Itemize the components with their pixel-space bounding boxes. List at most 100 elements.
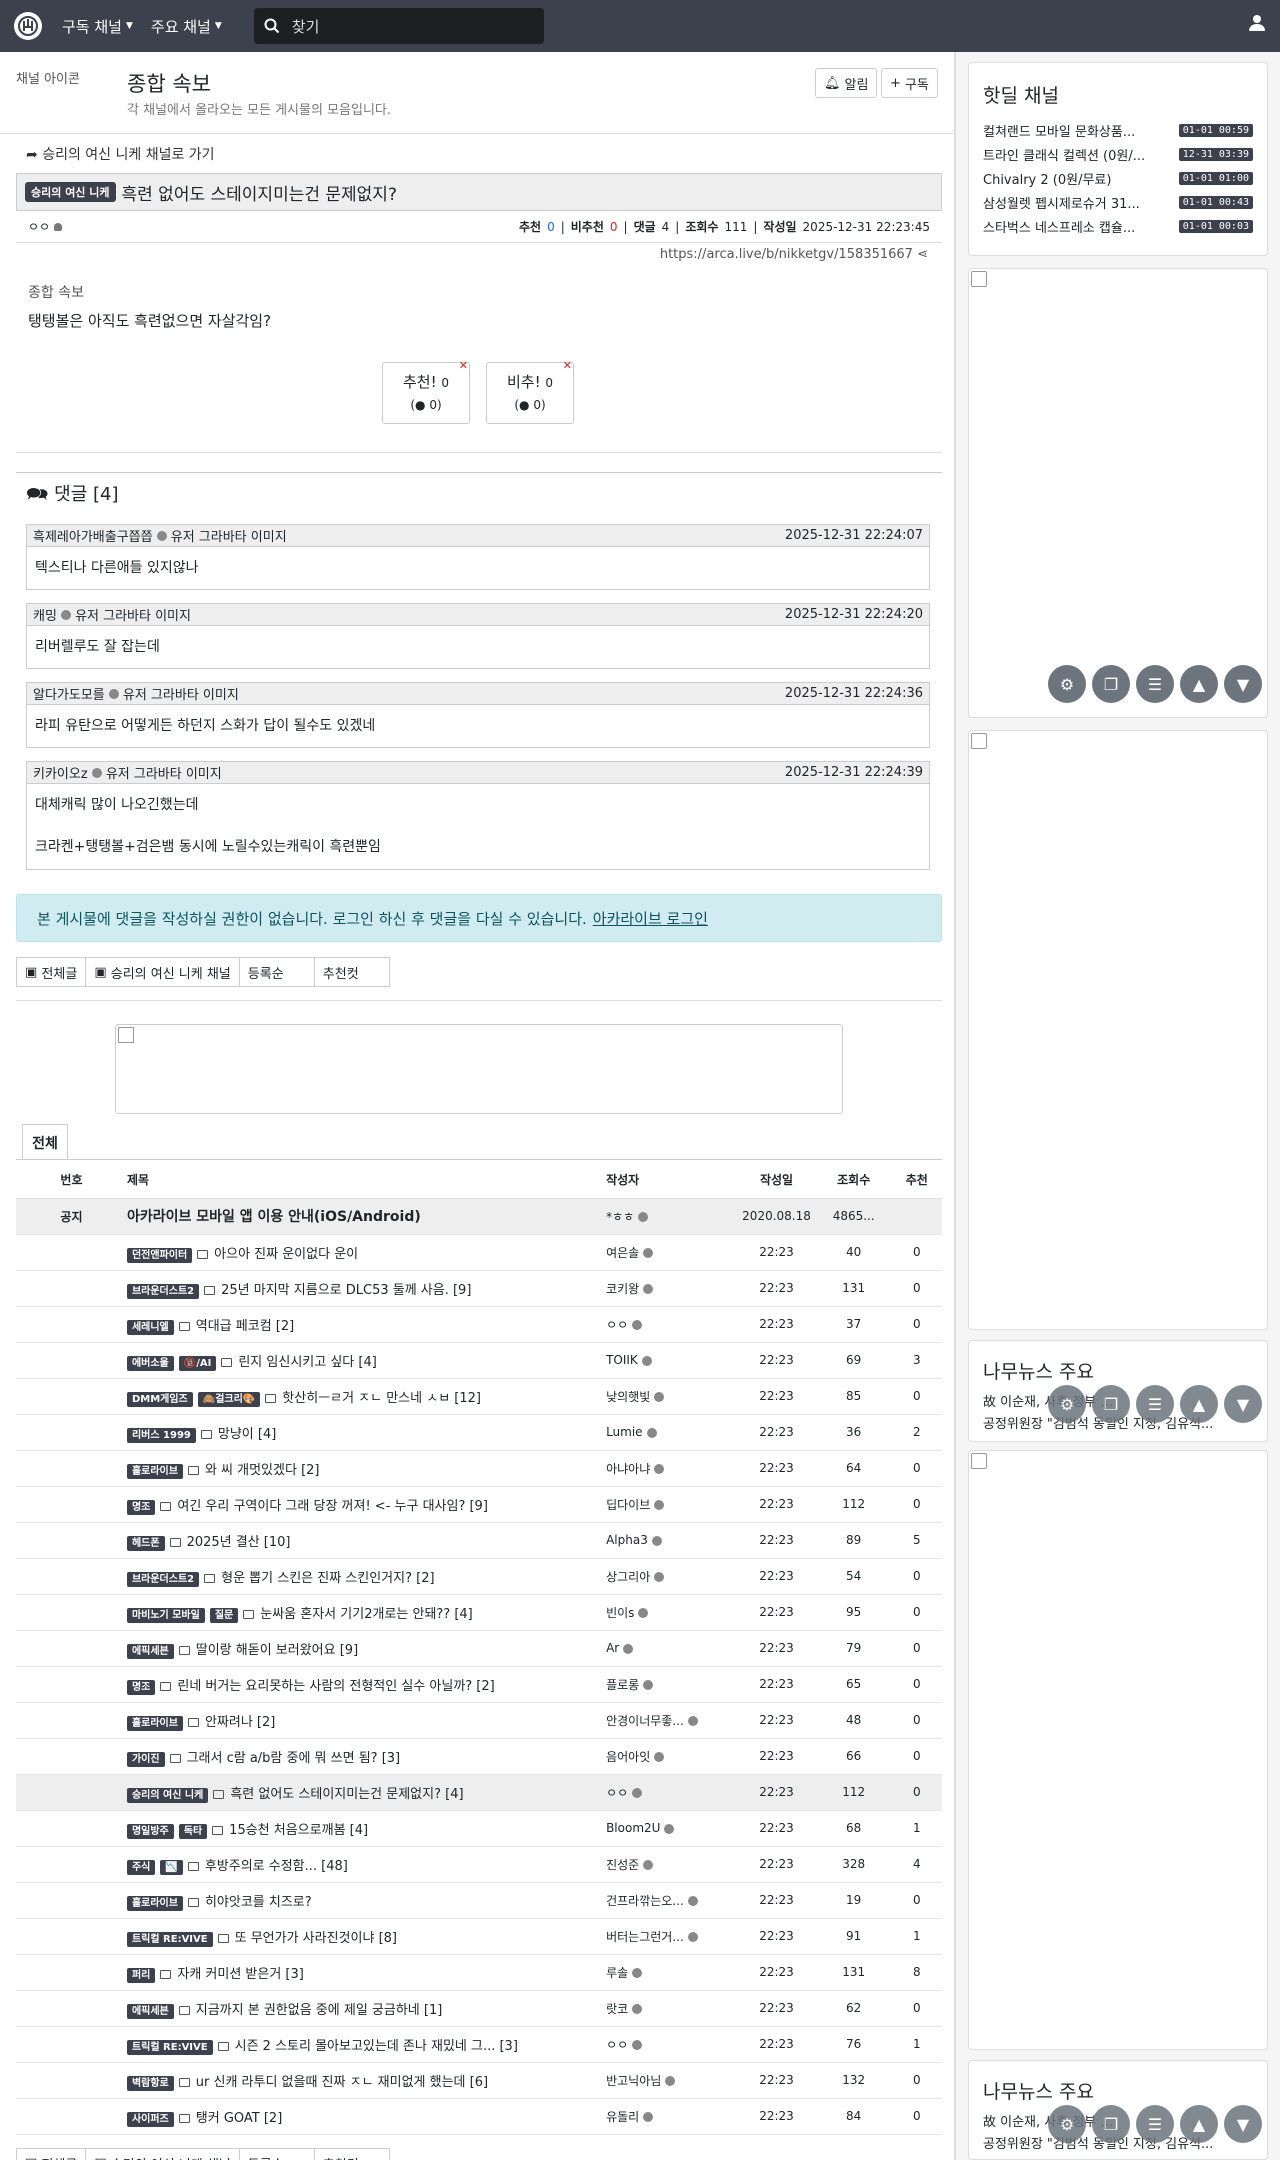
table-row[interactable]: 마비노기 모바일 질문 눈싸움 혼자서 기기2개로는 안돼?? [4] 빈이s 22:2… xyxy=(16,1594,942,1631)
row-channel-badge[interactable]: 승리의 여신 니케 xyxy=(126,1787,209,1803)
row-title[interactable]: ur 신캐 라투디 없을때 진짜 ㅈㄴ 재미없게 했는데 [6] xyxy=(196,2075,488,2090)
list-button[interactable]: ☰ xyxy=(1136,2105,1174,2143)
table-row[interactable]: 에픽세븐 딸이랑 해돋이 보러왔어요 [9] Ar 22:23 79 0 xyxy=(16,1630,942,1667)
row-author[interactable]: 버터는그런거... xyxy=(606,1930,684,1944)
table-row[interactable]: 명조 여긴 우리 구역이다 그래 당장 꺼져! <- 누구 대사임? [9] 딥다이… xyxy=(16,1486,942,1523)
row-author[interactable]: Ar xyxy=(606,1641,619,1655)
article-url[interactable]: https://arca.live/b/nikketgv/158351667 ⋖ xyxy=(660,247,928,262)
row-author[interactable]: Alpha3 xyxy=(606,1533,648,1547)
vote-up-button[interactable]: ✕ 추천! 0 (● 0) xyxy=(382,359,470,424)
table-row[interactable]: 주식 📉 후방주의로 수정함... [48] 진성준 22:23 328 4 xyxy=(16,1846,942,1883)
hotdeal-item[interactable]: 삼성월렛 펩시제로슈거 31... 01-01 00:43 xyxy=(969,190,1267,214)
row-author[interactable]: 음어아잇 xyxy=(606,1750,650,1764)
filter-best[interactable]: 추천컷 xyxy=(313,957,390,987)
table-row[interactable]: 브라운더스트2 25년 마지막 지름으로 DLC53 둘께 사음. [9] 코키왕 2… xyxy=(16,1270,942,1307)
row-author[interactable]: 안경이너무좋... xyxy=(606,1714,684,1728)
table-row[interactable]: 벽람항로 ur 신캐 라투디 없을때 진짜 ㅈㄴ 재미없게 했는데 [6] 반고닉아… xyxy=(16,2062,942,2099)
table-row[interactable]: 브라운더스트2 형운 뽑기 스킨은 진짜 스킨인거지? [2] 상그리아 22:23 5… xyxy=(16,1558,942,1595)
filter-channel[interactable]: ▣ 승리의 여신 니케 채널 xyxy=(85,2148,240,2160)
row-author[interactable]: Lumie xyxy=(606,1425,643,1439)
table-row[interactable]: 에버소울 🔞/AI 린지 임신시키고 싶다 [4] TOIIK 22:23 69 3 xyxy=(16,1342,942,1379)
row-title[interactable]: 안짜려나 [2] xyxy=(205,1715,275,1730)
row-channel-badge[interactable]: 던전앤파이터 xyxy=(126,1247,193,1263)
scroll-up-button[interactable]: ▲ xyxy=(1180,2105,1218,2143)
settings-button[interactable]: ⚙ xyxy=(1048,665,1086,703)
site-logo-icon[interactable] xyxy=(14,12,42,40)
ad-image[interactable] xyxy=(968,268,1268,718)
row-author[interactable]: 반고닉아님 xyxy=(606,2074,661,2088)
ad-image[interactable] xyxy=(968,1450,1268,2050)
row-title[interactable]: 딸이랑 해돋이 보러왔어요 [9] xyxy=(196,1643,358,1658)
user-icon[interactable] xyxy=(1248,14,1266,32)
row-author[interactable]: 유돌리 xyxy=(606,2110,639,2124)
row-channel-badge[interactable]: 브라운더스트2 xyxy=(126,1571,200,1587)
row-title[interactable]: 핫산히ㅡㄹ거 ㅈㄴ 만스네 ㅅㅂ [12] xyxy=(282,1391,481,1406)
filter-all[interactable]: ▣ 전체글 xyxy=(16,2148,87,2160)
table-row[interactable]: 사이퍼즈 탱커 GOAT [2] 유돌리 22:23 84 0 xyxy=(16,2098,942,2135)
row-title[interactable]: 시즌 2 스토리 몰아보고있는데 존나 재밌네 그... [3] xyxy=(235,2039,518,2054)
row-title[interactable]: 형운 뽑기 스킨은 진짜 스킨인거지? [2] xyxy=(221,1571,434,1586)
row-channel-badge[interactable]: 홀로라이브 xyxy=(126,1715,183,1731)
filter-best[interactable]: 추천컷 xyxy=(313,2148,390,2160)
filter-order[interactable]: 등록순 xyxy=(238,2148,315,2160)
comment-author[interactable]: 흑제레아가배출구쯥쯥 xyxy=(33,526,153,545)
row-author[interactable]: 여은솔 xyxy=(606,1246,639,1260)
settings-button[interactable]: ⚙ xyxy=(1048,1385,1086,1423)
tab-all[interactable]: 전체 xyxy=(22,1124,68,1160)
table-row[interactable]: 승리의 여신 니케 흑련 없어도 스테이지미는건 문제없지? [4] ㅇㅇ 22:23… xyxy=(16,1774,942,1811)
list-button[interactable]: ☰ xyxy=(1136,1385,1174,1423)
table-row[interactable]: 홀로라이브 히야앗코를 치즈로? 건프라깎는오... 22:23 19 0 xyxy=(16,1882,942,1919)
row-channel-badge[interactable]: 헤드폰 xyxy=(126,1535,165,1551)
filter-all[interactable]: ▣ 전체글 xyxy=(16,957,87,987)
hotdeal-title[interactable]: Chivalry 2 (0원/무료) xyxy=(983,169,1173,188)
article-author[interactable]: ㅇㅇ xyxy=(28,218,50,235)
ad-image[interactable] xyxy=(968,730,1268,1330)
row-channel-badge[interactable]: 벽람항로 xyxy=(126,2075,174,2091)
row-author[interactable]: ㅇㅇ xyxy=(606,1318,628,1332)
row-author[interactable]: 딥다이브 xyxy=(606,1498,650,1512)
scroll-up-button[interactable]: ▲ xyxy=(1180,1385,1218,1423)
ad-banner[interactable] xyxy=(115,1024,843,1114)
table-row[interactable]: 명일방주 독타 15승천 처음으로깨봄 [4] Bloom2U 22:23 68 1 xyxy=(16,1810,942,1847)
comments-button[interactable]: ❐ xyxy=(1092,1385,1130,1423)
table-row[interactable]: 세레니엘 역대급 페코컴 [2] ㅇㅇ 22:23 37 0 xyxy=(16,1306,942,1343)
row-author[interactable]: 플로롱 xyxy=(606,1678,639,1692)
hotdeal-title[interactable]: 삼성월렛 펩시제로슈거 31... xyxy=(983,193,1173,212)
channel-badge[interactable]: 승리의 여신 니케 xyxy=(25,182,116,202)
scroll-down-button[interactable]: ▼ xyxy=(1224,1385,1262,1423)
row-channel-badge[interactable]: 홀로라이브 xyxy=(126,1463,183,1479)
row-author[interactable]: Bloom2U xyxy=(606,1821,660,1835)
row-title[interactable]: 린네 버거는 요리못하는 사람의 전형적인 실수 아닐까? [2] xyxy=(177,1679,494,1694)
row-author[interactable]: 아냐아냐 xyxy=(606,1462,650,1476)
row-channel-badge[interactable]: 주식 xyxy=(126,1859,156,1875)
row-title[interactable]: 여긴 우리 구역이다 그래 당장 꺼져! <- 누구 대사임? [9] xyxy=(177,1499,488,1514)
row-author[interactable]: 건프라깎는오... xyxy=(606,1894,684,1908)
row-channel-badge[interactable]: 사이퍼즈 xyxy=(126,2111,174,2127)
table-row[interactable]: DMM게임즈 🙈걸크리🎨 핫산히ㅡㄹ거 ㅈㄴ 만스네 ㅅㅂ [12] 낮의햇빛 22:2… xyxy=(16,1378,942,1415)
search-input[interactable]: 찾기 xyxy=(253,8,544,44)
row-channel-badge[interactable]: 홀로라이브 xyxy=(126,1895,183,1911)
row-author[interactable]: 코키왕 xyxy=(606,1282,639,1296)
row-title[interactable]: 역대급 페코컴 [2] xyxy=(196,1319,294,1334)
goto-channel-link[interactable]: ➦ 승리의 여신 니케 채널로 가기 xyxy=(26,144,215,164)
row-title[interactable]: 아으아 진짜 운이없다 운이 xyxy=(214,1247,358,1262)
alarm-button[interactable]: 🔔︎ 알림 xyxy=(815,68,878,98)
table-row[interactable]: 홀로라이브 와 씨 개멋있겠다 [2] 아냐아냐 22:23 64 0 xyxy=(16,1450,942,1487)
row-channel-badge[interactable]: 리버스 1999 xyxy=(126,1427,196,1443)
row-author[interactable]: TOIIK xyxy=(606,1353,638,1367)
row-title[interactable]: 탱커 GOAT [2] xyxy=(196,2111,283,2126)
row-channel-badge[interactable]: 에버소울 xyxy=(126,1355,174,1371)
table-row[interactable]: 퍼리 자캐 커미션 받은거 [3] 루솔 22:23 131 8 xyxy=(16,1954,942,1991)
row-title[interactable]: 2025년 결산 [10] xyxy=(187,1535,291,1550)
filter-order[interactable]: 등록순 xyxy=(238,957,315,987)
table-row[interactable]: 헤드폰 2025년 결산 [10] Alpha3 22:23 89 5 xyxy=(16,1522,942,1559)
row-title[interactable]: 눈싸움 혼자서 기기2개로는 안돼?? [4] xyxy=(260,1607,473,1622)
row-channel-badge[interactable]: DMM게임즈 xyxy=(126,1391,193,1407)
table-row[interactable]: 홀로라이브 안짜려나 [2] 안경이너무좋... 22:23 48 0 xyxy=(16,1702,942,1739)
row-title[interactable]: 후방주의로 수정함... [48] xyxy=(205,1859,348,1874)
comment-author[interactable]: 캐밍 xyxy=(33,605,57,624)
row-channel-badge[interactable]: 트릭컬 RE:VIVE xyxy=(126,1931,213,1947)
row-author[interactable]: 루솔 xyxy=(606,1966,628,1980)
row-title[interactable]: 그래서 c람 a/b람 중에 뭐 쓰면 됨? [3] xyxy=(187,1751,401,1766)
table-row[interactable]: 트릭컬 RE:VIVE 시즌 2 스토리 몰아보고있는데 존나 재밌네 그... … xyxy=(16,2026,942,2063)
